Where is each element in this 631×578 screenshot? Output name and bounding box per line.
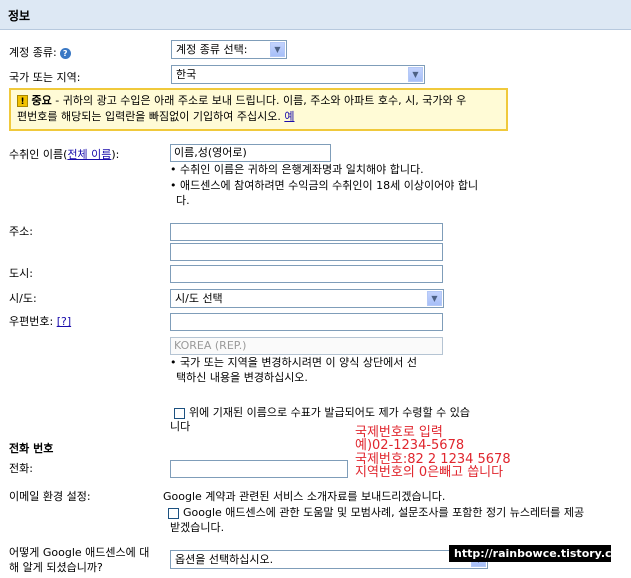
chevron-down-icon: ▼ — [270, 42, 285, 57]
account-type-label-text: 계정 종류: — [9, 46, 57, 59]
check-name-row: 위에 기재된 이름으로 수표가 발급되어도 제가 수령할 수 있습 — [174, 405, 470, 420]
newsletter-row: Google 애드센스에 관한 도움말 및 모범사례, 설문조사를 포함한 정기… — [168, 505, 584, 520]
address-line1-input[interactable] — [170, 223, 443, 241]
phone-label: 전화: — [9, 462, 33, 475]
email-text: Google 계약과 관련된 서비스 소개자료를 보내드리겠습니다. — [163, 490, 446, 503]
country-select[interactable]: 한국 ▼ — [171, 65, 425, 84]
postal-code-input[interactable] — [170, 313, 443, 331]
annotation-line2: 예)02-1234-5678 — [355, 438, 465, 453]
province-select-value: 시/도 선택 — [175, 292, 223, 305]
country-label: 국가 또는 지역: — [9, 71, 81, 84]
annotation-line4: 지역번호의 0은빼고 씁니다 — [355, 465, 504, 480]
payee-label-suffix: ): — [111, 148, 120, 161]
phone-input[interactable] — [170, 460, 348, 478]
country-note-line2: 택하신 내용을 변경하십시오. — [176, 371, 308, 384]
country-select-value: 한국 — [176, 68, 197, 81]
notice-text-line2: 편번호를 해당되는 입력란을 빠짐없이 기입하여 주십시오. — [17, 110, 285, 123]
payee-note-1: • 수취인 이름은 귀하의 은행계좌명과 일치해야 합니다. — [170, 163, 424, 176]
watermark: http://rainbowce.tistory.com — [449, 545, 631, 562]
newsletter-line1: Google 애드센스에 관한 도움말 및 모범사례, 설문조사를 포함한 정기… — [183, 506, 585, 519]
payee-name-input-value: 이름,성(영어로) — [174, 146, 247, 159]
account-type-select-value: 계정 종류 선택: — [176, 43, 248, 56]
referral-label-line2: 해 알게 되셨습니까? — [9, 561, 103, 574]
city-input[interactable] — [170, 265, 443, 283]
account-type-select[interactable]: 계정 종류 선택: ▼ — [171, 40, 287, 59]
country-readonly-field: KOREA (REP.) — [170, 337, 443, 355]
postal-label: 우편번호: [?] — [9, 313, 71, 329]
notice-text-line1: - 귀하의 광고 수입은 아래 주소로 보내 드립니다. 이름, 주소와 아파트… — [51, 94, 467, 107]
check-name-line1: 위에 기재된 이름으로 수표가 발급되어도 제가 수령할 수 있습 — [189, 406, 470, 419]
help-icon[interactable]: ? — [59, 47, 71, 59]
address-line2-input[interactable] — [170, 243, 443, 261]
payee-name-input[interactable]: 이름,성(영어로) — [170, 144, 331, 162]
notice-example-link[interactable]: 예 — [284, 110, 294, 123]
referral-label-line1: 어떻게 Google 애드센스에 대 — [9, 546, 150, 559]
newsletter-checkbox[interactable] — [168, 507, 179, 519]
important-notice: ! 중요 - 귀하의 광고 수입은 아래 주소로 보내 드립니다. 이름, 주소… — [9, 88, 508, 131]
province-select[interactable]: 시/도 선택 ▼ — [170, 289, 444, 308]
country-readonly-value: KOREA (REP.) — [174, 339, 247, 352]
warning-icon: ! — [17, 95, 28, 107]
payee-label-prefix: 수취인 이름( — [9, 148, 68, 161]
check-name-checkbox[interactable] — [174, 407, 185, 419]
payee-note-2-line2: 다. — [176, 194, 190, 207]
email-label: 이메일 환경 설정: — [9, 490, 91, 503]
account-type-label: 계정 종류:? — [9, 44, 71, 60]
phone-section-title: 전화 번호 — [9, 442, 54, 455]
address-label: 주소: — [9, 225, 33, 238]
payee-label: 수취인 이름(전체 이름): — [9, 146, 119, 162]
city-label: 도시: — [9, 267, 33, 280]
newsletter-line2: 받겠습니다. — [170, 521, 225, 534]
section-title: 정보 — [8, 9, 31, 23]
postal-label-text: 우편번호: — [9, 315, 54, 328]
full-name-link[interactable]: 전체 이름 — [67, 148, 111, 161]
notice-title: 중요 — [31, 94, 52, 107]
province-label: 시/도: — [9, 292, 37, 305]
payee-note-2-line1: • 애드센스에 참여하려면 수익금의 수취인이 18세 이상이어야 합니 — [170, 179, 479, 192]
section-header — [0, 0, 631, 30]
country-note-line1: • 국가 또는 지역을 변경하시려면 이 양식 상단에서 선 — [170, 356, 417, 369]
chevron-down-icon: ▼ — [408, 67, 423, 82]
postal-help-link[interactable]: [?] — [57, 315, 71, 328]
referral-select[interactable]: 옵션을 선택하십시오. ▼ — [170, 550, 488, 569]
chevron-down-icon: ▼ — [427, 291, 442, 306]
referral-select-value: 옵션을 선택하십시오. — [175, 553, 274, 566]
check-name-line2: 니다 — [170, 420, 191, 433]
